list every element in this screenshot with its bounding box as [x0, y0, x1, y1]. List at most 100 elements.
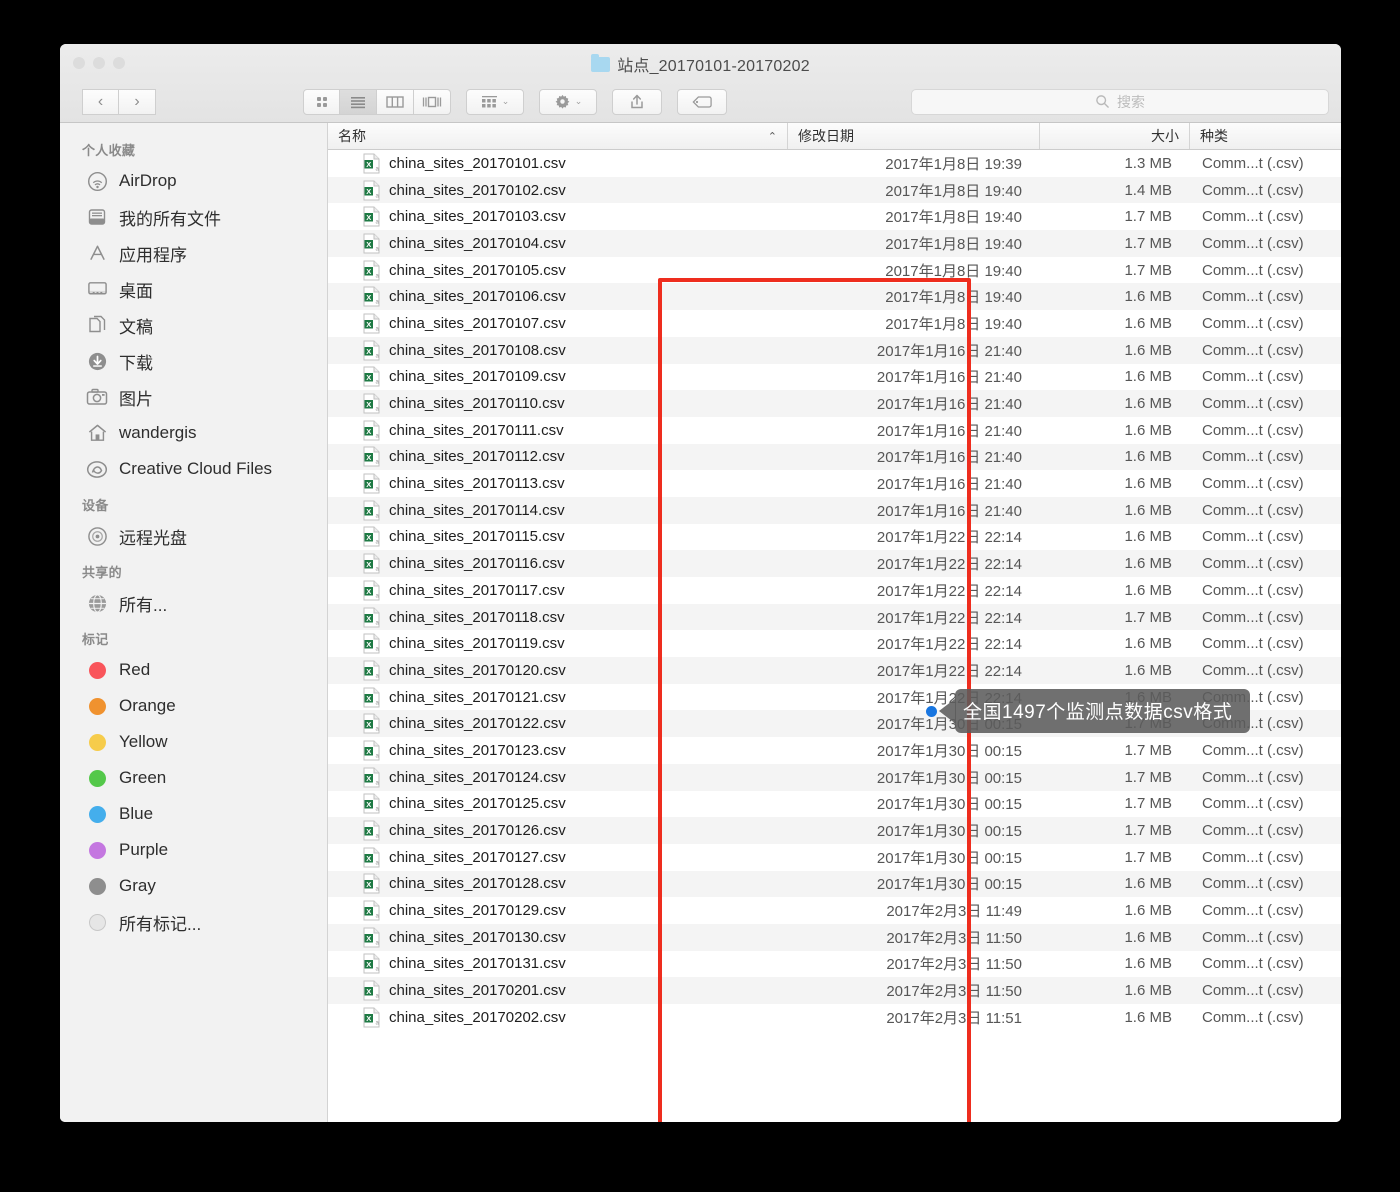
table-row[interactable]: Xachina_sites_20170120.csv2017年1月22日 22:…	[328, 657, 1341, 684]
sidebar-item-purple[interactable]: Purple	[60, 832, 327, 868]
file-name-label: china_sites_20170125.csv	[389, 795, 566, 812]
csv-file-icon: Xa	[363, 793, 380, 814]
sidebar-item-[interactable]: 下载	[60, 343, 327, 379]
table-row[interactable]: Xachina_sites_20170117.csv2017年1月22日 22:…	[328, 577, 1341, 604]
svg-text:X: X	[366, 854, 371, 863]
table-row[interactable]: Xachina_sites_20170123.csv2017年1月30日 00:…	[328, 737, 1341, 764]
sidebar-item-orange[interactable]: Orange	[60, 688, 327, 724]
file-name-label: china_sites_20170127.csv	[389, 849, 566, 866]
sidebar-item-[interactable]: 应用程序	[60, 235, 327, 271]
file-kind-cell: Comm...t (.csv)	[1190, 475, 1341, 492]
file-size-cell: 1.6 MB	[1040, 582, 1190, 599]
action-button[interactable]: ⌄	[539, 89, 597, 115]
table-row[interactable]: Xachina_sites_20170131.csv2017年2月3日 11:5…	[328, 951, 1341, 978]
csv-file-icon: Xa	[363, 500, 380, 521]
table-row[interactable]: Xachina_sites_20170111.csv2017年1月16日 21:…	[328, 417, 1341, 444]
sidebar-item-[interactable]: 桌面	[60, 271, 327, 307]
desktop-icon	[86, 278, 108, 300]
column-view-button[interactable]	[377, 89, 414, 115]
sidebar-item-[interactable]: 图片	[60, 379, 327, 415]
sidebar-section-header: 标记	[60, 621, 327, 652]
table-row[interactable]: Xachina_sites_20170201.csv2017年2月3日 11:5…	[328, 977, 1341, 1004]
table-row[interactable]: Xachina_sites_20170102.csv2017年1月8日 19:4…	[328, 177, 1341, 204]
column-header-name[interactable]: 名称 ⌃	[328, 123, 788, 149]
file-kind-cell: Comm...t (.csv)	[1190, 1009, 1341, 1026]
table-row[interactable]: Xachina_sites_20170108.csv2017年1月16日 21:…	[328, 337, 1341, 364]
svg-text:X: X	[366, 427, 371, 436]
column-header-date[interactable]: 修改日期	[788, 123, 1040, 149]
column-header-kind[interactable]: 种类	[1190, 123, 1341, 149]
file-size-cell: 1.6 MB	[1040, 982, 1190, 999]
sidebar-item-red[interactable]: Red	[60, 652, 327, 688]
column-header-size[interactable]: 大小	[1040, 123, 1190, 149]
table-row[interactable]: Xachina_sites_20170109.csv2017年1月16日 21:…	[328, 364, 1341, 391]
file-date-cell: 2017年1月22日 22:14	[788, 580, 1040, 601]
column-header-name-label: 名称	[338, 126, 366, 146]
sidebar-item-green[interactable]: Green	[60, 760, 327, 796]
back-button[interactable]: ‹	[82, 89, 119, 115]
table-row[interactable]: Xachina_sites_20170124.csv2017年1月30日 00:…	[328, 764, 1341, 791]
table-row[interactable]: Xachina_sites_20170115.csv2017年1月22日 22:…	[328, 524, 1341, 551]
list-view-button[interactable]	[340, 89, 377, 115]
sidebar-item-yellow[interactable]: Yellow	[60, 724, 327, 760]
file-kind-cell: Comm...t (.csv)	[1190, 822, 1341, 839]
svg-text:X: X	[366, 480, 371, 489]
downloads-icon	[86, 350, 108, 372]
table-row[interactable]: Xachina_sites_20170101.csv2017年1月8日 19:3…	[328, 150, 1341, 177]
table-row[interactable]: Xachina_sites_20170118.csv2017年1月22日 22:…	[328, 604, 1341, 631]
file-date-cell: 2017年1月8日 19:40	[788, 206, 1040, 227]
svg-text:X: X	[366, 186, 371, 195]
file-name-label: china_sites_20170101.csv	[389, 155, 566, 172]
forward-button[interactable]: ›	[119, 89, 156, 115]
share-button[interactable]	[612, 89, 662, 115]
svg-text:X: X	[366, 774, 371, 783]
sidebar-item-[interactable]: 所有标记...	[60, 904, 327, 940]
file-date-cell: 2017年1月22日 22:14	[788, 607, 1040, 628]
table-row[interactable]: Xachina_sites_20170119.csv2017年1月22日 22:…	[328, 630, 1341, 657]
table-row[interactable]: Xachina_sites_20170127.csv2017年1月30日 00:…	[328, 844, 1341, 871]
sidebar-item-creativecloudfiles[interactable]: Creative Cloud Files	[60, 451, 327, 487]
gear-icon	[554, 93, 571, 110]
sidebar-item-[interactable]: 我的所有文件	[60, 199, 327, 235]
file-size-cell: 1.6 MB	[1040, 555, 1190, 572]
table-row[interactable]: Xachina_sites_20170106.csv2017年1月8日 19:4…	[328, 283, 1341, 310]
file-name-cell: Xachina_sites_20170201.csv	[328, 980, 788, 1001]
table-row[interactable]: Xachina_sites_20170104.csv2017年1月8日 19:4…	[328, 230, 1341, 257]
sidebar-item-[interactable]: 文稿	[60, 307, 327, 343]
sidebar-item-gray[interactable]: Gray	[60, 868, 327, 904]
table-row[interactable]: Xachina_sites_20170114.csv2017年1月16日 21:…	[328, 497, 1341, 524]
table-row[interactable]: Xachina_sites_20170113.csv2017年1月16日 21:…	[328, 470, 1341, 497]
table-row[interactable]: Xachina_sites_20170110.csv2017年1月16日 21:…	[328, 390, 1341, 417]
arrange-button[interactable]: ⌄	[466, 89, 524, 115]
coverflow-view-icon	[421, 94, 443, 110]
sidebar-item-label: Yellow	[119, 732, 168, 752]
table-row[interactable]: Xachina_sites_20170105.csv2017年1月8日 19:4…	[328, 257, 1341, 284]
file-list-pane: 名称 ⌃ 修改日期 大小 种类 Xachina_sites_20170101.c…	[328, 123, 1341, 1122]
table-row[interactable]: Xachina_sites_20170128.csv2017年1月30日 00:…	[328, 871, 1341, 898]
sidebar-item-airdrop[interactable]: AirDrop	[60, 163, 327, 199]
search-input[interactable]: 搜索	[911, 89, 1329, 115]
icon-view-button[interactable]	[303, 89, 340, 115]
sidebar-item-[interactable]: 所有...	[60, 585, 327, 621]
table-row[interactable]: Xachina_sites_20170126.csv2017年1月30日 00:…	[328, 817, 1341, 844]
table-row[interactable]: Xachina_sites_20170107.csv2017年1月8日 19:4…	[328, 310, 1341, 337]
file-size-cell: 1.7 MB	[1040, 769, 1190, 786]
file-size-cell: 1.6 MB	[1040, 528, 1190, 545]
file-size-cell: 1.6 MB	[1040, 929, 1190, 946]
table-row[interactable]: Xachina_sites_20170112.csv2017年1月16日 21:…	[328, 444, 1341, 471]
sidebar-item-[interactable]: 远程光盘	[60, 518, 327, 554]
sidebar-item-wandergis[interactable]: wandergis	[60, 415, 327, 451]
file-date-cell: 2017年1月16日 21:40	[788, 340, 1040, 361]
table-row[interactable]: Xachina_sites_20170130.csv2017年2月3日 11:5…	[328, 924, 1341, 951]
tag-button[interactable]	[677, 89, 727, 115]
sidebar-item-blue[interactable]: Blue	[60, 796, 327, 832]
file-name-cell: Xachina_sites_20170126.csv	[328, 820, 788, 841]
table-row[interactable]: Xachina_sites_20170103.csv2017年1月8日 19:4…	[328, 203, 1341, 230]
table-row[interactable]: Xachina_sites_20170129.csv2017年2月3日 11:4…	[328, 897, 1341, 924]
sidebar-item-label: Green	[119, 768, 166, 788]
table-row[interactable]: Xachina_sites_20170116.csv2017年1月22日 22:…	[328, 550, 1341, 577]
table-row[interactable]: Xachina_sites_20170125.csv2017年1月30日 00:…	[328, 791, 1341, 818]
coverflow-view-button[interactable]	[414, 89, 451, 115]
table-row[interactable]: Xachina_sites_20170202.csv2017年2月3日 11:5…	[328, 1004, 1341, 1031]
sidebar-section-header: 共享的	[60, 554, 327, 585]
